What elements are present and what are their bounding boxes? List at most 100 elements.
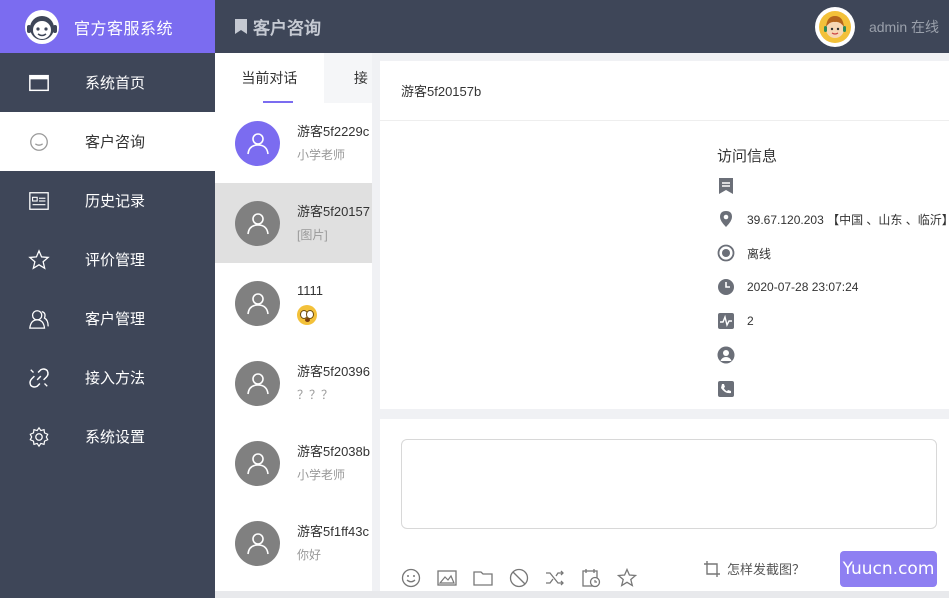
avatar: [235, 200, 280, 246]
brand[interactable]: 官方客服系统: [0, 0, 215, 53]
tab-second[interactable]: 接: [324, 53, 372, 103]
conversation-list: 游客5f2229c 小学老师 游客5f20157 [图片] 1111 游客5f203…: [215, 103, 372, 583]
visitor-status: 离线: [747, 246, 772, 261]
list-item[interactable]: 游客5f2229c 小学老师: [215, 103, 372, 183]
bookmark-icon: [719, 178, 733, 194]
sidebar-nav: 系统首页 客户咨询 历史记录 评价管理 客户管理 接入方法 系统设置: [0, 53, 215, 466]
message-input[interactable]: [401, 439, 937, 529]
conversation-tabs: 当前对话 接: [215, 53, 372, 103]
folder-icon: [473, 571, 493, 586]
avatar: [235, 440, 280, 486]
list-item[interactable]: 游客5f1ff43c 你好: [215, 503, 372, 583]
bookmark-icon: [235, 19, 247, 34]
chat-header: 游客5f20157b: [380, 61, 949, 121]
conversation-name: 游客5f2038b: [297, 444, 370, 459]
app-title: 官方客服系统: [74, 20, 174, 38]
sidebar-item-label: 客户管理: [85, 311, 146, 328]
send-button[interactable]: Yuucn.com: [840, 551, 937, 587]
message-compose: 怎样发截图？ Yuucn.com: [380, 419, 949, 598]
list-item[interactable]: 游客5f20396 ？？？: [215, 343, 372, 423]
gear-icon: [27, 425, 51, 449]
user-icon: [246, 293, 269, 315]
sidebar-item-reviews[interactable]: 评价管理: [0, 230, 215, 289]
surprised-emoji-icon: [297, 304, 317, 325]
visitor-ip: 39.67.120.203 【中国 、山东 、临沂】: [747, 212, 949, 227]
image-button[interactable]: [437, 567, 473, 589]
shuffle-icon: [546, 570, 564, 586]
sidebar-item-consult[interactable]: 客户咨询: [0, 112, 215, 171]
conversation-name: 游客5f1ff43c: [297, 524, 370, 539]
history-icon: [27, 189, 51, 213]
avatar: [235, 280, 280, 326]
star-icon: [27, 248, 51, 272]
visit-row-bookmark: [717, 177, 747, 195]
block-button[interactable]: [509, 567, 545, 589]
visit-row-user: [717, 346, 747, 364]
sidebar-item-settings[interactable]: 系统设置: [0, 407, 215, 466]
history-button[interactable]: [581, 567, 617, 589]
admin-status: admin 在线: [868, 18, 939, 35]
sidebar-item-home[interactable]: 系统首页: [0, 53, 215, 112]
visit-time: 2020-07-28 23:07:24: [747, 280, 859, 294]
user-icon: [246, 533, 269, 555]
chat-bubble-icon: [27, 130, 51, 154]
page-title: 客户咨询: [235, 14, 321, 39]
chat-main: 游客5f20157b 访问信息 39.67.120.203 【中国 、山东 、临…: [380, 61, 949, 598]
compose-toolbar: [401, 567, 653, 589]
emoji-button[interactable]: [401, 567, 437, 589]
sidebar-item-history[interactable]: 历史记录: [0, 171, 215, 230]
transfer-button[interactable]: [545, 567, 581, 589]
conversation-name: 游客5f2229c: [297, 124, 370, 139]
visit-row-time: 2020-07-28 23:07:24: [717, 278, 858, 296]
image-icon: [437, 570, 457, 586]
crop-icon: [704, 560, 720, 577]
sidebar-item-label: 历史记录: [85, 193, 146, 210]
user-icon: [246, 133, 269, 155]
conversation-panel: 当前对话 接 游客5f2229c 小学老师 游客5f20157 [图片] 1111 …: [215, 53, 372, 598]
avatar: [235, 120, 280, 166]
activity-icon: [718, 313, 734, 329]
conversation-name: 游客5f20396: [297, 364, 370, 379]
page-title-text: 客户咨询: [253, 19, 321, 38]
location-pin-icon: [720, 211, 732, 227]
calendar-clock-icon: [582, 569, 601, 588]
users-icon: [27, 307, 51, 331]
sidebar-item-integration[interactable]: 接入方法: [0, 348, 215, 407]
file-button[interactable]: [473, 567, 509, 589]
avatar: [235, 360, 280, 406]
list-item[interactable]: 游客5f2038b 小学老师: [215, 423, 372, 503]
admin-avatar[interactable]: [814, 6, 855, 47]
rate-button[interactable]: [617, 567, 653, 589]
bottom-scrollbar[interactable]: [215, 591, 949, 598]
agent-avatar-icon: [818, 10, 851, 43]
conversation-name: 游客5f20157: [297, 204, 370, 219]
app-root: 官方客服系统 系统首页 客户咨询 历史记录 评价管理 客户管理 接入方法 系统设…: [0, 0, 949, 598]
clock-icon: [718, 279, 734, 295]
watermark-text: Yuucn.com: [842, 559, 935, 579]
screenshot-hint-text: 怎样发截图？: [727, 562, 806, 577]
tab-current[interactable]: 当前对话: [215, 53, 324, 103]
list-item[interactable]: 1111: [215, 263, 372, 343]
conversation-preview: 你好: [297, 548, 322, 562]
phone-icon: [718, 381, 734, 397]
support-agent-logo-icon: [25, 9, 59, 44]
top-header: 客户咨询 admin 在线: [215, 0, 949, 53]
user-icon: [246, 453, 269, 475]
conversation-name: 1111: [297, 282, 324, 298]
sidebar-item-label: 评价管理: [85, 252, 146, 269]
status-radio-icon: [717, 244, 735, 262]
conversation-preview: 小学老师: [297, 148, 346, 162]
conversation-preview: [图片]: [297, 228, 328, 242]
visit-row-phone: [717, 380, 747, 398]
smiley-icon: [401, 568, 421, 588]
visit-info-title: 访问信息: [717, 148, 778, 165]
window-icon: [27, 71, 51, 95]
screenshot-hint[interactable]: 怎样发截图？: [703, 559, 805, 578]
user-menu[interactable]: admin 在线: [814, 6, 939, 47]
block-icon: [509, 568, 529, 588]
conversation-preview: 小学老师: [297, 468, 346, 482]
user-icon: [246, 373, 269, 395]
sidebar: 官方客服系统 系统首页 客户咨询 历史记录 评价管理 客户管理 接入方法 系统设…: [0, 0, 215, 598]
sidebar-item-customers[interactable]: 客户管理: [0, 289, 215, 348]
list-item[interactable]: 游客5f20157 [图片]: [215, 183, 372, 263]
